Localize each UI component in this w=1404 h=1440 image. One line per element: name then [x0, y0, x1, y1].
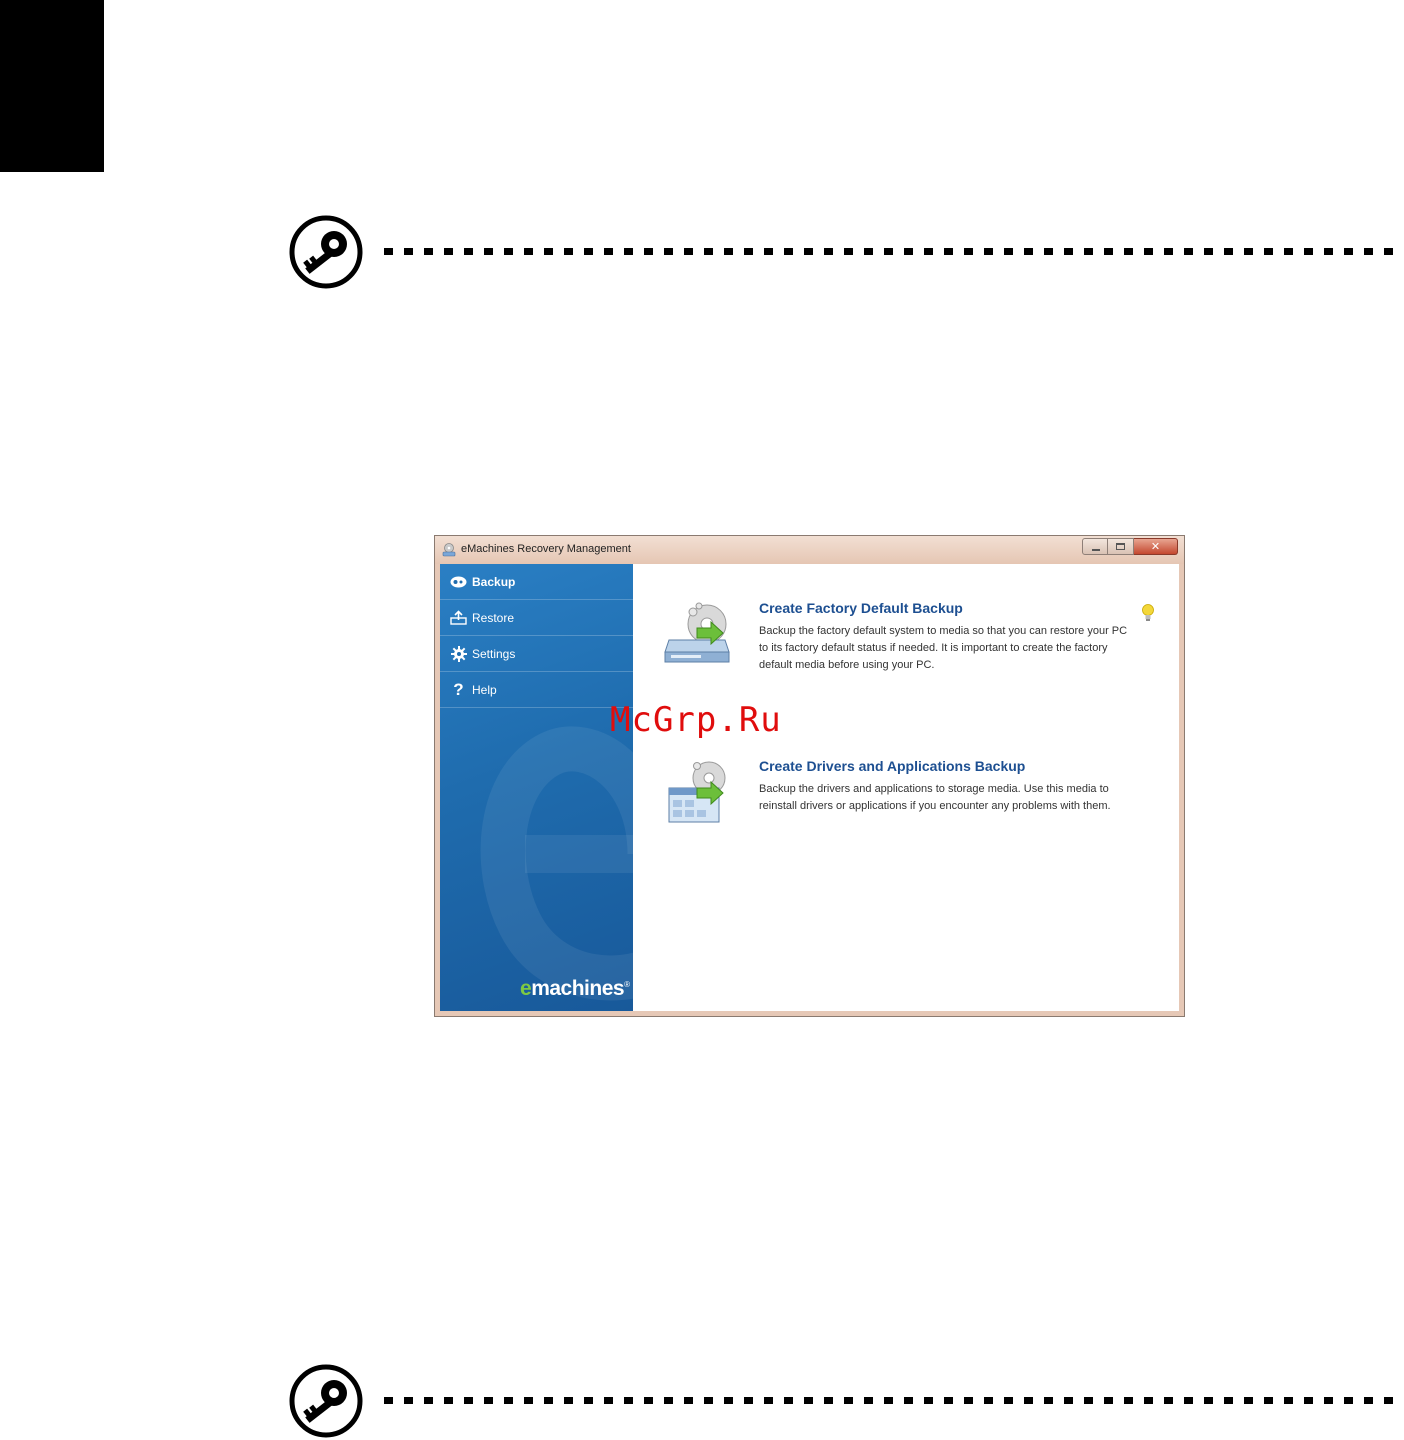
sidebar-watermark-e — [480, 726, 633, 1001]
window-title: eMachines Recovery Management — [461, 543, 631, 555]
sidebar-item-settings[interactable]: Settings — [440, 636, 633, 672]
close-icon: ✕ — [1150, 540, 1161, 553]
gear-icon — [450, 645, 467, 662]
lightbulb-icon[interactable] — [1141, 604, 1155, 622]
chapter-tab-block — [0, 0, 104, 172]
emachines-logo: emachines® — [520, 977, 630, 1000]
maximize-button[interactable] — [1108, 538, 1134, 555]
main-panel: Create Factory Default Backup Backup the… — [633, 564, 1179, 1011]
option-title[interactable]: Create Factory Default Backup — [759, 600, 963, 616]
sidebar-item-label: Backup — [472, 574, 516, 589]
question-icon: ? — [453, 679, 464, 699]
dotted-rule — [384, 1397, 1404, 1404]
key-icon — [289, 1364, 363, 1438]
note-divider-top — [288, 214, 1404, 290]
sidebar-item-backup[interactable]: Backup — [440, 564, 633, 600]
factory-backup-icon — [664, 602, 730, 663]
sidebar-item-help[interactable]: ? Help — [440, 672, 633, 708]
restore-icon — [450, 609, 467, 626]
minimize-button[interactable] — [1082, 538, 1108, 555]
maximize-icon — [1116, 543, 1125, 550]
recovery-management-window: eMachines Recovery Management ✕ Backup R… — [434, 535, 1185, 1017]
disc-icon — [450, 573, 467, 590]
sidebar-item-label: Restore — [472, 610, 515, 625]
window-controls: ✕ — [1082, 538, 1178, 555]
sidebar-item-label: Settings — [472, 646, 516, 661]
sidebar-item-label: Help — [472, 682, 497, 697]
dotted-rule — [384, 248, 1404, 255]
option-description: Backup the drivers and applications to s… — [759, 783, 1111, 812]
sidebar-item-restore[interactable]: Restore — [440, 600, 633, 636]
key-icon — [289, 215, 363, 289]
window-client: Backup Restore Settings ? Help emachines… — [440, 564, 1179, 1011]
app-icon — [442, 543, 456, 557]
note-divider-bottom — [288, 1363, 1404, 1439]
option-description: Backup the factory default system to med… — [759, 625, 1128, 671]
option-title[interactable]: Create Drivers and Applications Backup — [759, 758, 1025, 774]
minimize-icon — [1092, 549, 1100, 551]
sidebar: Backup Restore Settings ? Help emachines… — [440, 564, 633, 1011]
close-button[interactable]: ✕ — [1134, 538, 1178, 555]
title-bar[interactable]: eMachines Recovery Management ✕ — [435, 536, 1184, 564]
watermark: McGrp.Ru — [610, 700, 782, 740]
drivers-backup-icon — [668, 761, 726, 823]
